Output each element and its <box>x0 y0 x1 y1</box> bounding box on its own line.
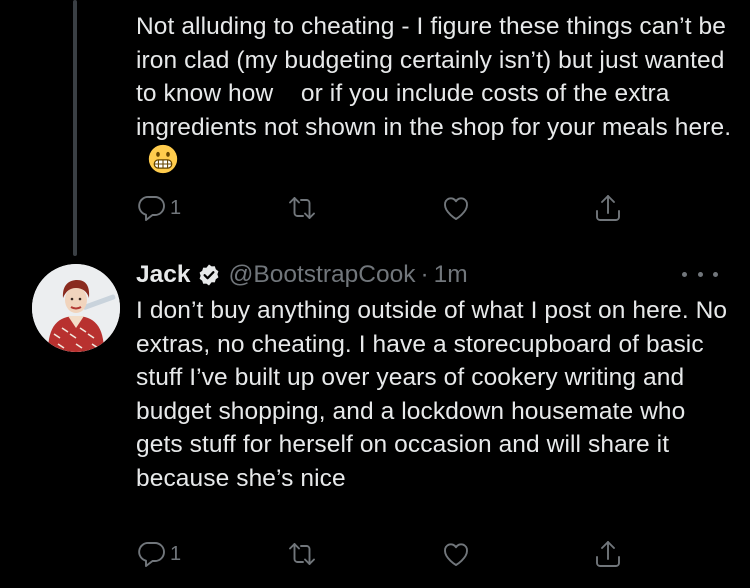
author-handle[interactable]: @BootstrapCook <box>229 261 416 289</box>
like-button[interactable] <box>440 536 474 572</box>
parent-tweet-actions: 1 <box>136 190 636 226</box>
heart-icon <box>444 543 468 566</box>
share-icon <box>596 195 620 221</box>
parent-tweet-body: Not alluding to cheating - I figure thes… <box>136 13 733 141</box>
retweet-icon <box>289 543 315 565</box>
heart-icon <box>444 197 468 220</box>
author-name[interactable]: Jack <box>136 261 191 289</box>
share-icon <box>596 541 620 567</box>
more-options-button[interactable] <box>682 262 718 286</box>
retweet-icon <box>289 197 315 219</box>
tweet-timestamp[interactable]: 1m <box>434 261 468 289</box>
parent-tweet-text: Not alluding to cheating - I figure thes… <box>136 10 736 178</box>
more-dot-icon <box>713 271 718 277</box>
author-avatar-image <box>32 264 120 352</box>
reply-icon <box>138 196 165 221</box>
thread-connector-line <box>73 0 77 256</box>
reply-count: 1 <box>170 196 182 219</box>
reply-header: Jack @BootstrapCook · 1m <box>136 258 468 292</box>
avatar[interactable] <box>32 264 120 352</box>
reply-count: 1 <box>170 542 182 565</box>
more-dot-icon <box>697 271 703 277</box>
verified-badge-icon <box>199 264 218 286</box>
retweet-button[interactable] <box>286 536 320 572</box>
like-button[interactable] <box>440 190 474 226</box>
reply-tweet-text: I don’t buy anything outside of what I p… <box>136 297 735 492</box>
separator-dot: · <box>420 261 429 288</box>
reply-button[interactable]: 1 <box>136 190 181 226</box>
grimacing-face-icon <box>148 144 178 174</box>
reply-icon <box>138 542 165 567</box>
more-dot-icon <box>682 271 687 277</box>
reply-button[interactable]: 1 <box>136 536 181 572</box>
share-button[interactable] <box>592 190 624 226</box>
reply-tweet-actions: 1 <box>136 536 636 572</box>
retweet-button[interactable] <box>286 190 320 226</box>
share-button[interactable] <box>592 536 624 572</box>
